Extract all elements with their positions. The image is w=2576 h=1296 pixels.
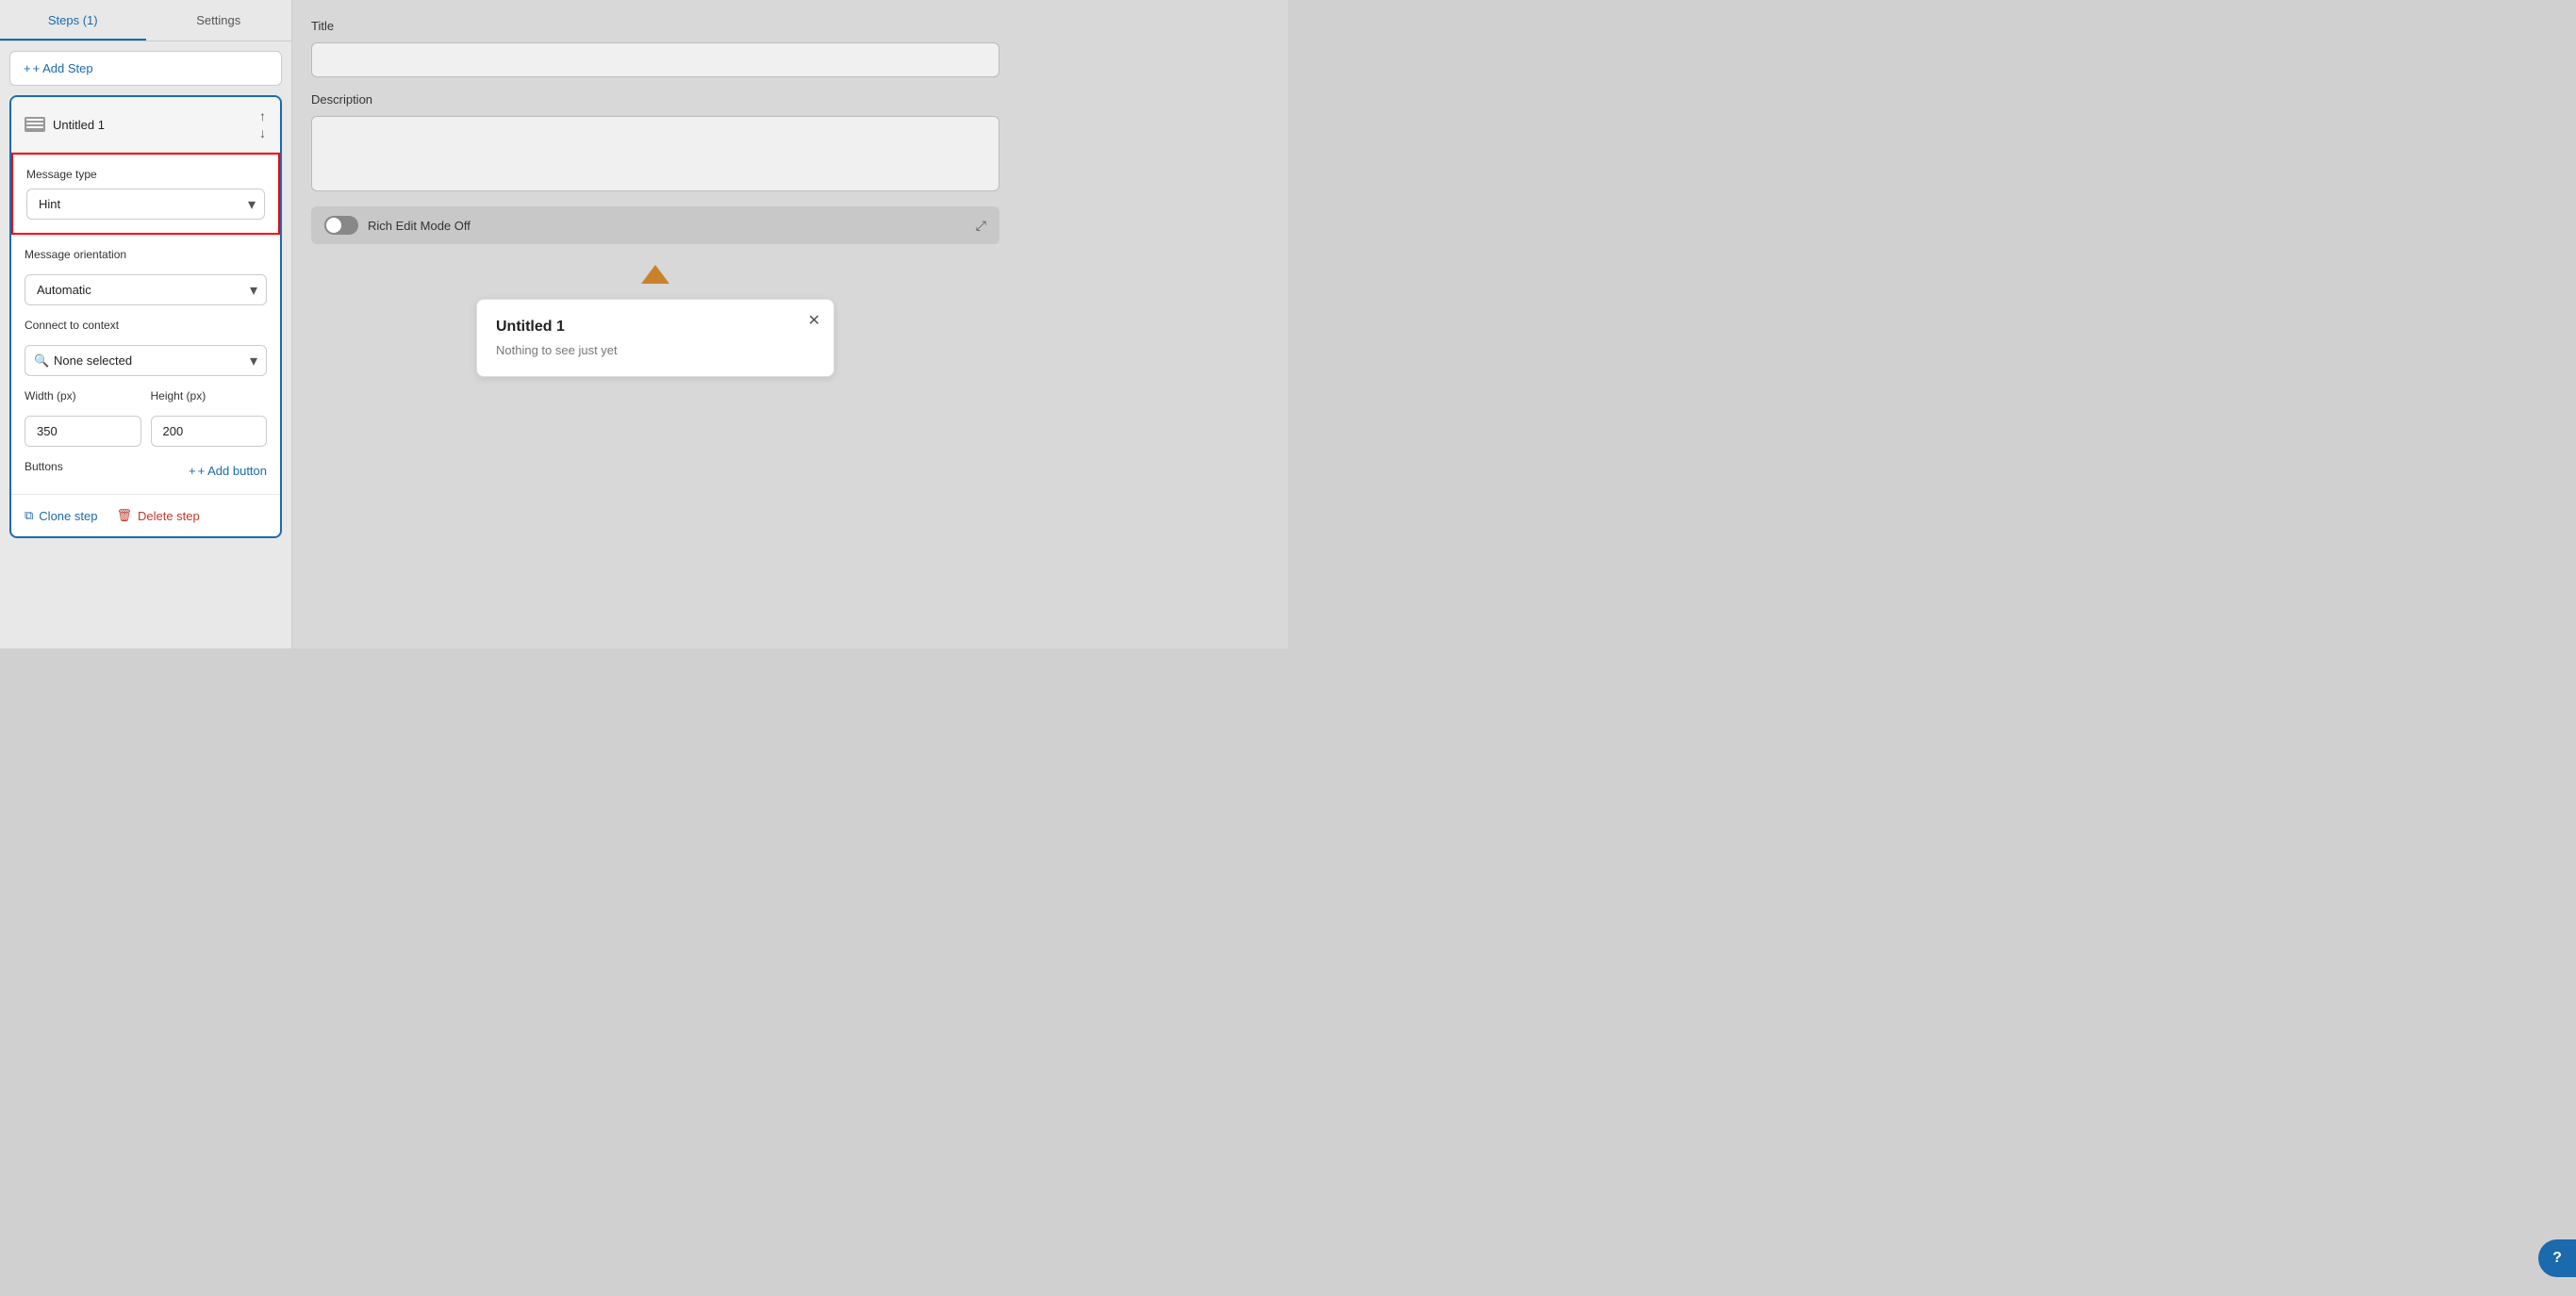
step-title-area: Untitled 1 (25, 117, 105, 132)
rich-edit-left: Rich Edit Mode Off (324, 216, 471, 235)
step-icon-line2 (26, 123, 43, 124)
clone-step-button[interactable]: ⧉ Clone step (25, 508, 97, 523)
description-input[interactable] (311, 116, 999, 191)
tab-bar: Steps (1) Settings (0, 0, 291, 41)
add-button-button[interactable]: + + Add button (189, 464, 267, 478)
hint-bubble-close-button[interactable]: ✕ (808, 311, 820, 330)
title-label: Title (311, 19, 1269, 33)
tab-steps[interactable]: Steps (1) (0, 0, 146, 41)
description-section: Description (311, 92, 1269, 191)
plus-icon2: + (189, 464, 196, 478)
expand-icon[interactable]: ⤢ (976, 218, 986, 234)
description-label: Description (311, 92, 1269, 107)
step-actions: ⧉ Clone step 🗑 Delete step (11, 494, 280, 536)
connect-to-context-label: Connect to context (25, 319, 267, 332)
dimensions-row: Width (px) Height (px) (25, 389, 267, 447)
title-input[interactable] (311, 42, 999, 77)
message-type-select-wrapper: Hint Modal Tooltip Banner (26, 189, 265, 220)
hint-bubble-title: Untitled 1 (496, 319, 815, 336)
message-type-select[interactable]: Hint Modal Tooltip Banner (26, 189, 265, 220)
help-badge[interactable]: ? (2538, 1239, 2576, 1277)
connect-to-context-select[interactable]: None selected (25, 345, 267, 376)
rich-edit-toggle[interactable] (324, 216, 358, 235)
connect-to-context-group: Connect to context 🔍 None selected (25, 319, 267, 376)
rich-edit-label: Rich Edit Mode Off (368, 219, 471, 233)
hint-arrow (641, 265, 669, 284)
height-group: Height (px) (151, 389, 268, 447)
right-panel: Title Description Rich Edit Mode Off ⤢ U… (292, 0, 1288, 648)
add-step-button[interactable]: + + Add Step (9, 51, 282, 86)
title-section: Title (311, 19, 1269, 77)
message-orientation-select-wrapper: Automatic Left Right Top Bottom (25, 274, 267, 305)
tab-settings[interactable]: Settings (146, 0, 292, 41)
move-down-button[interactable]: ↓ (258, 125, 267, 140)
left-panel: Steps (1) Settings + + Add Step Untitled… (0, 0, 292, 648)
step-icon-line3 (26, 126, 43, 128)
message-orientation-select[interactable]: Automatic Left Right Top Bottom (25, 274, 267, 305)
message-orientation-group: Message orientation Automatic Left Right… (25, 248, 267, 305)
message-type-label: Message type (26, 168, 265, 181)
buttons-label: Buttons (25, 460, 63, 473)
step-card: Untitled 1 ↑ ↓ Message type Hint Modal T… (9, 95, 282, 538)
width-label: Width (px) (25, 389, 141, 402)
clone-icon: ⧉ (25, 508, 33, 523)
message-orientation-label: Message orientation (25, 248, 267, 261)
step-arrows: ↑ ↓ (258, 108, 267, 140)
hint-bubble-desc: Nothing to see just yet (496, 343, 815, 357)
delete-step-button[interactable]: 🗑 Delete step (116, 508, 199, 523)
rich-edit-bar: Rich Edit Mode Off ⤢ (311, 206, 999, 244)
width-group: Width (px) (25, 389, 141, 447)
height-label: Height (px) (151, 389, 268, 402)
move-up-button[interactable]: ↑ (258, 108, 267, 123)
step-icon-line1 (26, 119, 43, 121)
step-header: Untitled 1 ↑ ↓ (11, 97, 280, 153)
width-input[interactable] (25, 416, 141, 447)
step-fields: Message orientation Automatic Left Right… (11, 235, 280, 494)
step-title: Untitled 1 (53, 118, 105, 132)
height-input[interactable] (151, 416, 268, 447)
message-type-section: Message type Hint Modal Tooltip Banner (11, 153, 280, 235)
buttons-row: Buttons + + Add button (25, 460, 267, 481)
connect-to-context-select-wrapper: 🔍 None selected (25, 345, 267, 376)
plus-icon: + (24, 61, 31, 75)
trash-icon: 🗑 (116, 508, 132, 523)
toggle-knob (326, 218, 341, 233)
hint-bubble: Untitled 1 Nothing to see just yet ✕ (476, 299, 834, 377)
preview-area: Untitled 1 Nothing to see just yet ✕ (311, 263, 999, 377)
step-icon (25, 117, 45, 132)
